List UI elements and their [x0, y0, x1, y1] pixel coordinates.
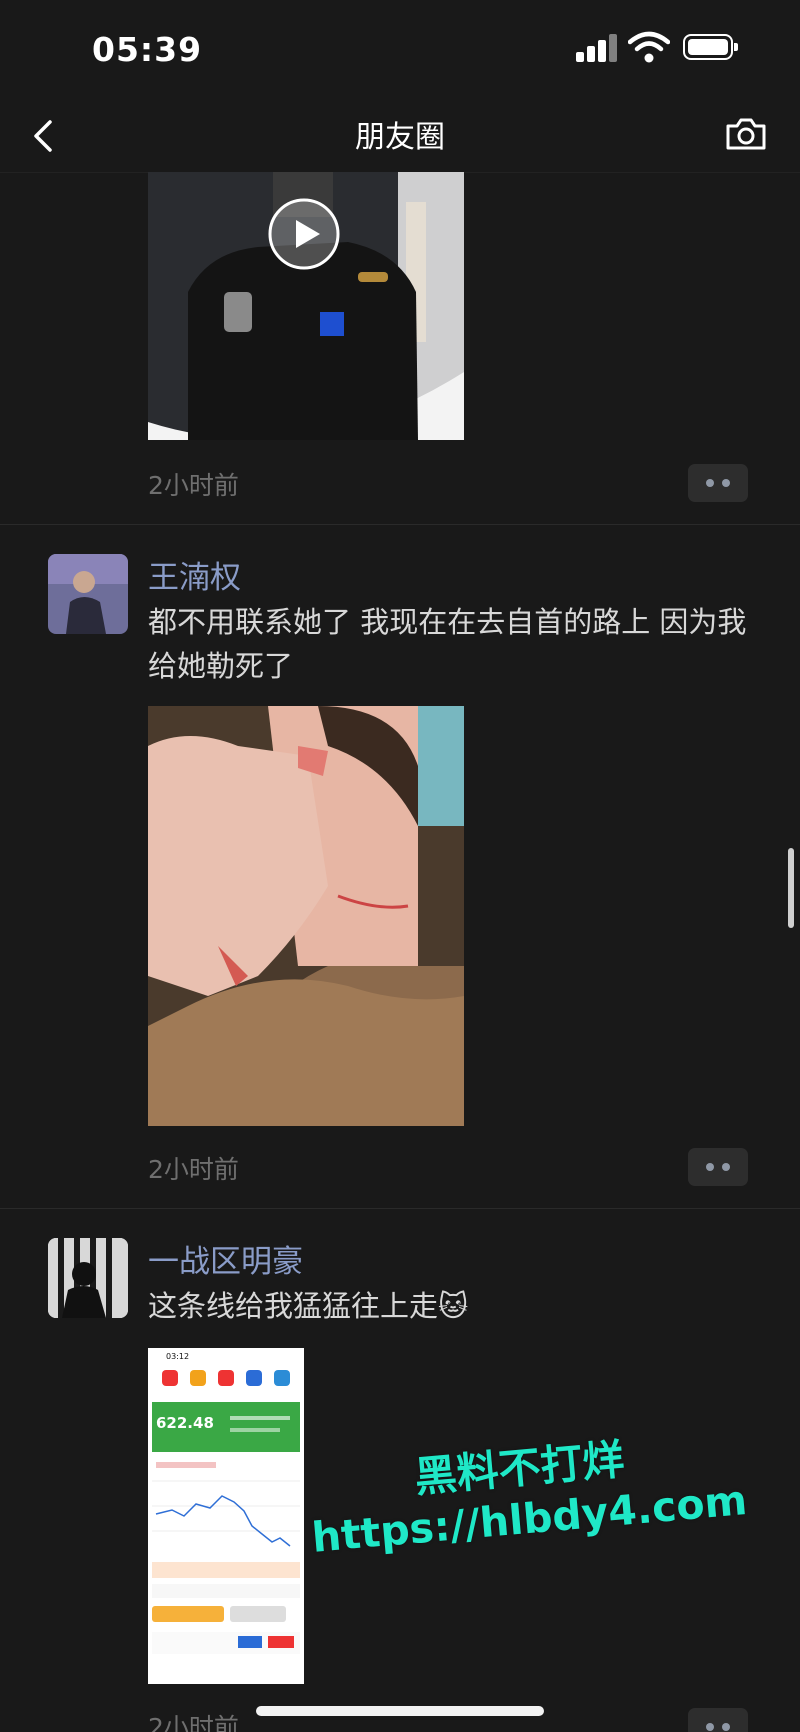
post-photo[interactable]	[148, 706, 464, 1126]
home-indicator[interactable]	[256, 1706, 544, 1716]
screenshot-orange-button	[152, 1606, 224, 1622]
post-screenshot[interactable]: 03:12 622.48	[148, 1348, 304, 1684]
status-time: 05:39	[92, 30, 203, 69]
screenshot-price: 622.48	[156, 1414, 214, 1432]
scrollbar[interactable]	[788, 848, 794, 928]
screenshot-time: 03:12	[166, 1352, 190, 1361]
play-icon[interactable]	[266, 196, 342, 272]
avatar[interactable]	[48, 554, 128, 634]
screenshot-quote-panel: 622.48	[152, 1402, 300, 1452]
status-bar: 05:39	[0, 0, 800, 100]
wifi-icon	[628, 31, 670, 63]
post-text: 都不用联系她了 我现在在去自首的路上 因为我给她勒死了	[148, 605, 747, 683]
screenshot-footer-row	[152, 1632, 300, 1654]
post-time: 2小时前	[148, 1713, 239, 1732]
page-title: 朋友圈	[355, 120, 445, 155]
avatar-image	[48, 554, 128, 634]
screenshot-banner	[152, 1562, 300, 1578]
photo-image	[148, 706, 464, 1126]
screenshot-app-icons	[154, 1368, 298, 1390]
cat-emoji-icon: 🐱	[438, 1289, 469, 1323]
battery-icon	[683, 34, 738, 60]
screenshot-price-chart	[152, 1456, 300, 1556]
avatar-image	[48, 1238, 128, 1318]
more-actions-button[interactable]	[688, 1148, 748, 1186]
signal-icon	[576, 34, 618, 62]
more-actions-button[interactable]	[688, 1708, 748, 1732]
more-actions-button[interactable]	[688, 464, 748, 502]
nav-bar: 朋友圈	[0, 100, 800, 173]
post-text-body: 这条线给我猛猛往上走	[148, 1289, 439, 1323]
post-time: 2小时前	[148, 471, 239, 500]
camera-icon[interactable]	[724, 114, 768, 154]
screenshot-row	[152, 1584, 300, 1598]
author-name[interactable]: 王湳权	[148, 552, 241, 597]
screenshot-gray-button	[230, 1606, 286, 1622]
post-text: 这条线给我猛猛往上走🐱	[148, 1284, 760, 1328]
divider	[0, 524, 800, 525]
video-thumbnail[interactable]	[148, 172, 464, 440]
author-name[interactable]: 一战区明豪	[148, 1236, 303, 1281]
post-time: 2小时前	[148, 1155, 239, 1184]
divider	[0, 1208, 800, 1209]
avatar[interactable]	[48, 1238, 128, 1318]
